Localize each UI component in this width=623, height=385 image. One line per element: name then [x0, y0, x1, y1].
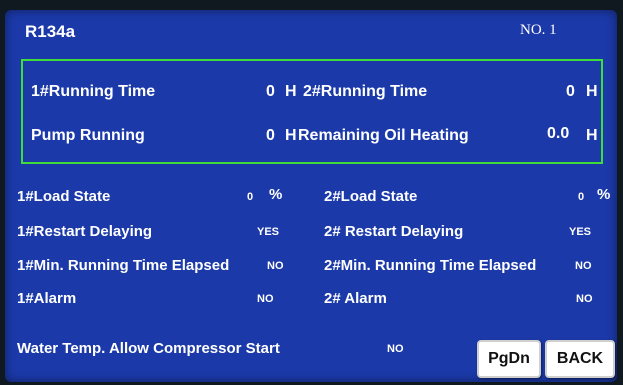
running-time-2-value: 0 [566, 83, 575, 100]
load-state-1-label: 1#Load State [17, 188, 111, 205]
alarm-1-label: 1#Alarm [17, 290, 77, 307]
pump-running-value: 0 [266, 127, 275, 144]
oil-heating-value: 0.0 [547, 125, 570, 142]
restart-delaying-2-value: YES [569, 226, 592, 238]
restart-delaying-1-label: 1#Restart Delaying [17, 223, 153, 240]
alarm-2-value: NO [576, 293, 593, 305]
running-time-1-value: 0 [266, 83, 275, 100]
load-state-2-label: 2#Load State [324, 188, 418, 205]
load-state-2-unit: % [597, 186, 611, 203]
oil-heating-label: Remaining Oil Heating [298, 127, 469, 144]
alarm-1-value: NO [257, 293, 274, 305]
running-time-2-unit: H [586, 83, 598, 100]
hmi-screen: R134a NO. 1 1#Running Time 0 H 2#Running… [5, 10, 617, 382]
pump-running-label: Pump Running [31, 127, 145, 144]
restart-delaying-2-label: 2# Restart Delaying [324, 223, 464, 240]
running-time-2-label: 2#Running Time [303, 83, 428, 100]
running-time-1-unit: H [285, 83, 297, 100]
water-temp-value: NO [387, 343, 404, 355]
water-temp-label: Water Temp. Allow Compressor Start [17, 340, 280, 357]
refrigerant-title: R134a [25, 22, 76, 41]
pump-running-unit: H [285, 127, 297, 144]
min-running-1-value: NO [267, 260, 284, 272]
page-down-button[interactable]: PgDn [477, 340, 541, 378]
load-state-1-unit: % [269, 186, 283, 203]
back-button[interactable]: BACK [545, 340, 615, 378]
restart-delaying-1-value: YES [257, 226, 280, 238]
load-state-1-value: 0 [247, 191, 254, 203]
runtime-summary-panel [21, 59, 603, 164]
oil-heating-unit: H [586, 127, 598, 144]
running-time-1-label: 1#Running Time [31, 83, 156, 100]
min-running-1-label: 1#Min. Running Time Elapsed [17, 257, 230, 274]
min-running-2-value: NO [575, 260, 592, 272]
unit-number: NO. 1 [520, 22, 557, 38]
alarm-2-label: 2# Alarm [324, 290, 387, 307]
load-state-2-value: 0 [578, 191, 585, 203]
min-running-2-label: 2#Min. Running Time Elapsed [324, 257, 537, 274]
